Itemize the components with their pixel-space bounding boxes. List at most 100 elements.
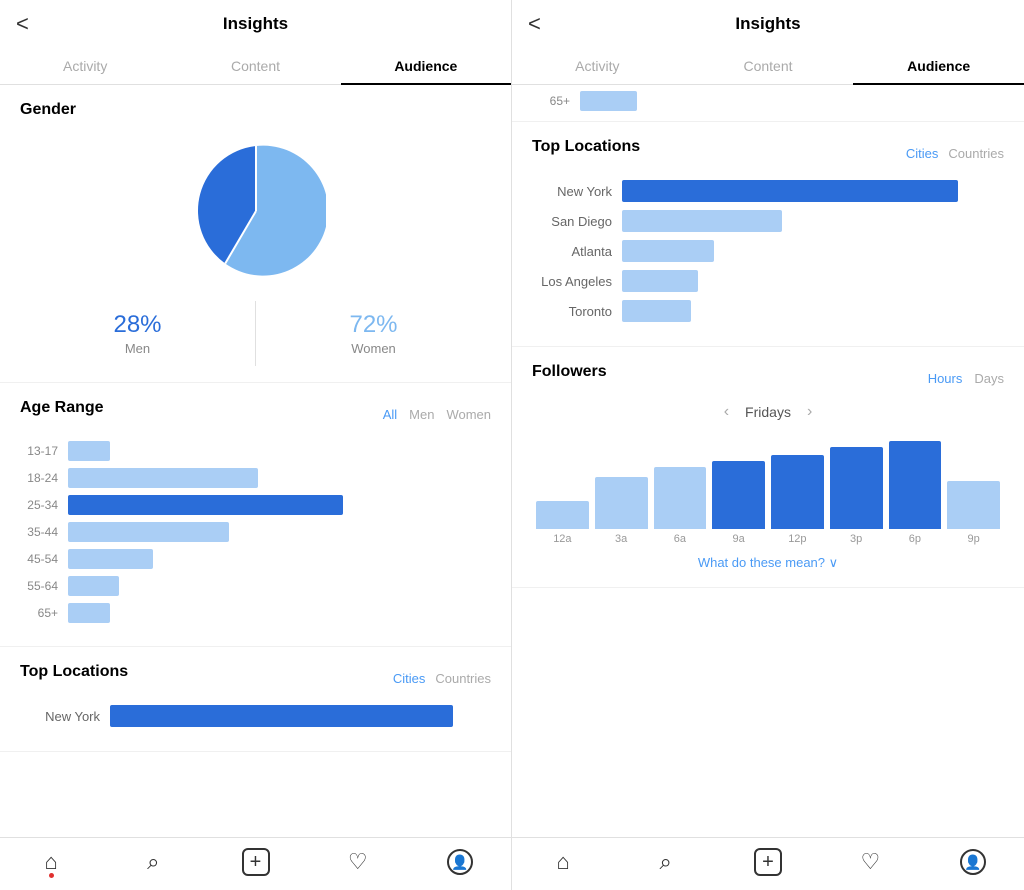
followers-bar-label: 3a [615,533,627,545]
left-tab-activity[interactable]: Activity [0,48,170,84]
left-age-bar-row: 55-64 [20,576,491,596]
right-header: < Insights [512,0,1024,48]
age-bars: 13-1718-2425-3435-4445-5455-6465+ [20,441,491,623]
left-bottom-nav: ⌂ ⌕ + ♡ 👤 [0,837,511,890]
right-location-bar-fill [622,270,698,292]
left-age-bar-label: 55-64 [20,579,58,593]
right-tab-content[interactable]: Content [683,48,854,84]
age-filter-men[interactable]: Men [409,407,434,422]
followers-bar-label: 6p [909,533,921,545]
left-nav-home[interactable]: ⌂ [0,848,102,876]
left-age-bar-row: 65+ [20,603,491,623]
right-location-bars: New York San Diego Atlanta Los Angeles Toron… [532,180,1004,322]
left-age-bar-fill [68,495,343,515]
followers-bar-col: 6a [654,435,707,545]
followers-bar-col: 3p [830,435,883,545]
gender-pie-chart [186,141,326,281]
left-nav-profile[interactable]: 👤 [409,848,511,876]
right-loc-filter-countries[interactable]: Countries [948,146,1004,161]
left-age-bar-fill [68,576,119,596]
right-location-bar-row: San Diego [532,210,1004,232]
followers-filter-days[interactable]: Days [974,371,1004,386]
left-back-button[interactable]: < [16,11,29,37]
left-loc-bar-fill-newyork [110,705,453,727]
home-dot [49,873,54,878]
followers-bar-label: 12a [553,533,571,545]
age-filter: All Men Women [383,407,491,422]
right-tab-activity[interactable]: Activity [512,48,683,84]
left-age-bar-row: 45-54 [20,549,491,569]
left-age-bar-bg [68,495,491,515]
gender-section: Gender [0,85,511,383]
right-location-name: Los Angeles [532,274,612,289]
left-tab-content[interactable]: Content [170,48,340,84]
followers-bar-label: 3p [850,533,862,545]
age-range-header: Age Range All Men Women [20,399,491,429]
followers-section: Followers Hours Days ‹ Fridays › 12a3a6a… [512,347,1024,588]
followers-bar-col: 12p [771,435,824,545]
gender-chart-container: 28% Men 72% Women [20,131,491,366]
right-nav-profile[interactable]: 👤 [922,848,1024,876]
next-day-button[interactable]: › [807,403,812,421]
right-top-locations-section: Top Locations Cities Countries New York S… [512,122,1024,347]
right-location-bar-row: Atlanta [532,240,1004,262]
left-nav-search[interactable]: ⌕ [102,848,204,876]
age-range-section: Age Range All Men Women 13-1718-2425-343… [0,383,511,647]
right-location-bar-bg [622,270,1004,292]
followers-bar-label: 9p [968,533,980,545]
left-age-bar-fill [68,468,258,488]
right-back-button[interactable]: < [528,11,541,37]
age-filter-women[interactable]: Women [446,407,491,422]
left-content: Gender [0,85,511,837]
left-age-bar-bg [68,576,491,596]
right-title: Insights [735,14,800,34]
right-nav-home[interactable]: ⌂ [512,848,614,876]
followers-bar-col: 6p [889,435,942,545]
left-age-bar-bg [68,522,491,542]
left-age-bar-fill [68,603,110,623]
left-age-bar-fill [68,549,153,569]
left-age-bar-bg [68,603,491,623]
right-location-bar-fill [622,180,958,202]
right-loc-filter-cities[interactable]: Cities [906,146,939,161]
followers-bar-fill [830,447,883,529]
followers-filter-hours[interactable]: Hours [928,371,963,386]
right-nav-search[interactable]: ⌕ [614,848,716,876]
right-location-bar-row: Toronto [532,300,1004,322]
men-name: Men [20,341,255,356]
left-locations-header: Top Locations Cities Countries [20,663,491,693]
right-location-bar-row: Los Angeles [532,270,1004,292]
men-percent: 28% [20,311,255,339]
right-home-icon: ⌂ [557,849,570,875]
followers-bar-chart: 12a3a6a9a12p3p6p9p [532,435,1004,545]
right-age-mini-row: 65+ [532,91,1004,111]
prev-day-button[interactable]: ‹ [724,403,729,421]
right-location-name: New York [532,184,612,199]
right-age-mini: 65+ [512,85,1024,122]
followers-bar-label: 12p [788,533,806,545]
left-loc-name-newyork: New York [20,709,100,724]
women-name: Women [256,341,491,356]
followers-bar-col: 9p [947,435,1000,545]
right-locations-filter: Cities Countries [906,146,1004,161]
what-mean-link[interactable]: What do these mean? ∨ [532,555,1004,571]
left-loc-filter-cities[interactable]: Cities [393,671,426,686]
followers-bar-col: 3a [595,435,648,545]
followers-bar-fill [771,455,824,529]
right-nav-heart[interactable]: ♡ [819,848,921,876]
left-loc-bar-newyork [110,705,491,727]
home-icon: ⌂ [44,849,57,875]
followers-bar-fill [595,477,648,529]
left-nav-heart[interactable]: ♡ [307,848,409,876]
left-tab-audience[interactable]: Audience [341,48,511,84]
right-nav-add[interactable]: + [717,848,819,876]
left-loc-filter-countries[interactable]: Countries [435,671,491,686]
right-tabs: Activity Content Audience [512,48,1024,85]
right-location-bar-bg [622,180,1004,202]
right-tab-audience[interactable]: Audience [853,48,1024,84]
left-nav-add[interactable]: + [204,848,306,876]
right-profile-icon: 👤 [960,849,986,875]
age-filter-all[interactable]: All [383,407,397,422]
right-location-name: San Diego [532,214,612,229]
right-locations-header: Top Locations Cities Countries [532,138,1004,168]
